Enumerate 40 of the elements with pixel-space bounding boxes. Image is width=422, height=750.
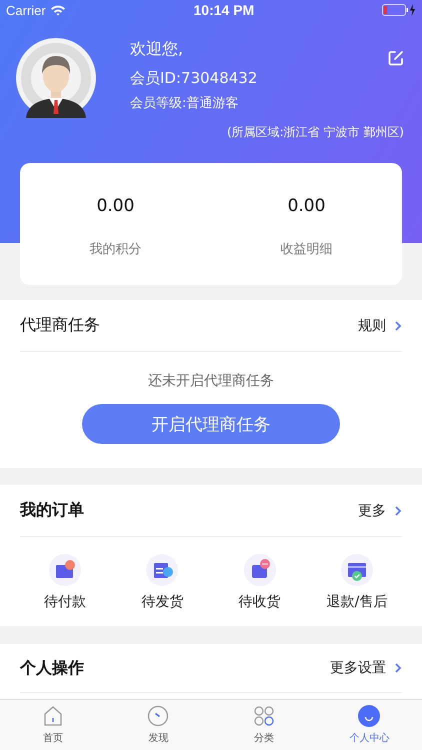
compass-icon	[147, 705, 170, 727]
message-box-icon	[244, 554, 276, 586]
region-text: (所属区域:浙江省 宁波市 鄞州区)	[226, 124, 404, 141]
settings-link[interactable]: 更多设置	[330, 659, 402, 677]
stat-label[interactable]: 收益明细	[280, 240, 332, 258]
greeting: 欢迎您,	[130, 38, 184, 60]
rules-link[interactable]: 规则	[358, 316, 402, 334]
tab-item[interactable]: 分类	[211, 700, 316, 750]
home-icon	[42, 705, 64, 727]
chevron-icon	[394, 320, 402, 332]
stat-label[interactable]: 我的积分	[90, 240, 142, 258]
order-status-item[interactable]: 待发货	[117, 554, 208, 611]
section-title: 个人操作	[20, 658, 84, 678]
more-link[interactable]: 更多	[358, 502, 402, 520]
clipboard-icon	[146, 554, 178, 586]
section-title: 代理商任务	[20, 315, 100, 336]
chevron-icon	[394, 504, 402, 516]
order-status-item[interactable]: 待收货	[214, 554, 305, 611]
carrier-name: Carrier	[6, 2, 46, 18]
member-id: 会员ID:73048432	[130, 68, 258, 89]
empty-message: 还未开启代理商任务	[148, 372, 274, 390]
tab-item[interactable]: 首页	[0, 700, 106, 750]
status-time: 10:14 PM	[194, 2, 254, 18]
start-task-button[interactable]: 开启代理商任务	[82, 404, 340, 444]
tab-item[interactable]: 个人中心	[316, 700, 422, 750]
order-status-item[interactable]: 待付款	[20, 554, 110, 611]
member-level: 会员等级:普通游客	[130, 95, 240, 113]
stat-value: 0.00	[96, 196, 134, 216]
stat-value: 0.00	[288, 196, 326, 216]
chevron-icon	[394, 662, 402, 674]
card-check-icon	[340, 554, 373, 586]
smiley-icon	[358, 705, 380, 727]
battery-icon	[382, 4, 416, 16]
wallet-icon	[49, 554, 81, 586]
wifi-icon	[50, 4, 66, 16]
edit-icon[interactable]	[388, 50, 404, 66]
section-title: 我的订单	[20, 500, 84, 521]
grid-icon	[252, 705, 275, 727]
order-status-item[interactable]: 退款/售后	[312, 554, 402, 611]
tab-item[interactable]: 发现	[106, 700, 211, 750]
